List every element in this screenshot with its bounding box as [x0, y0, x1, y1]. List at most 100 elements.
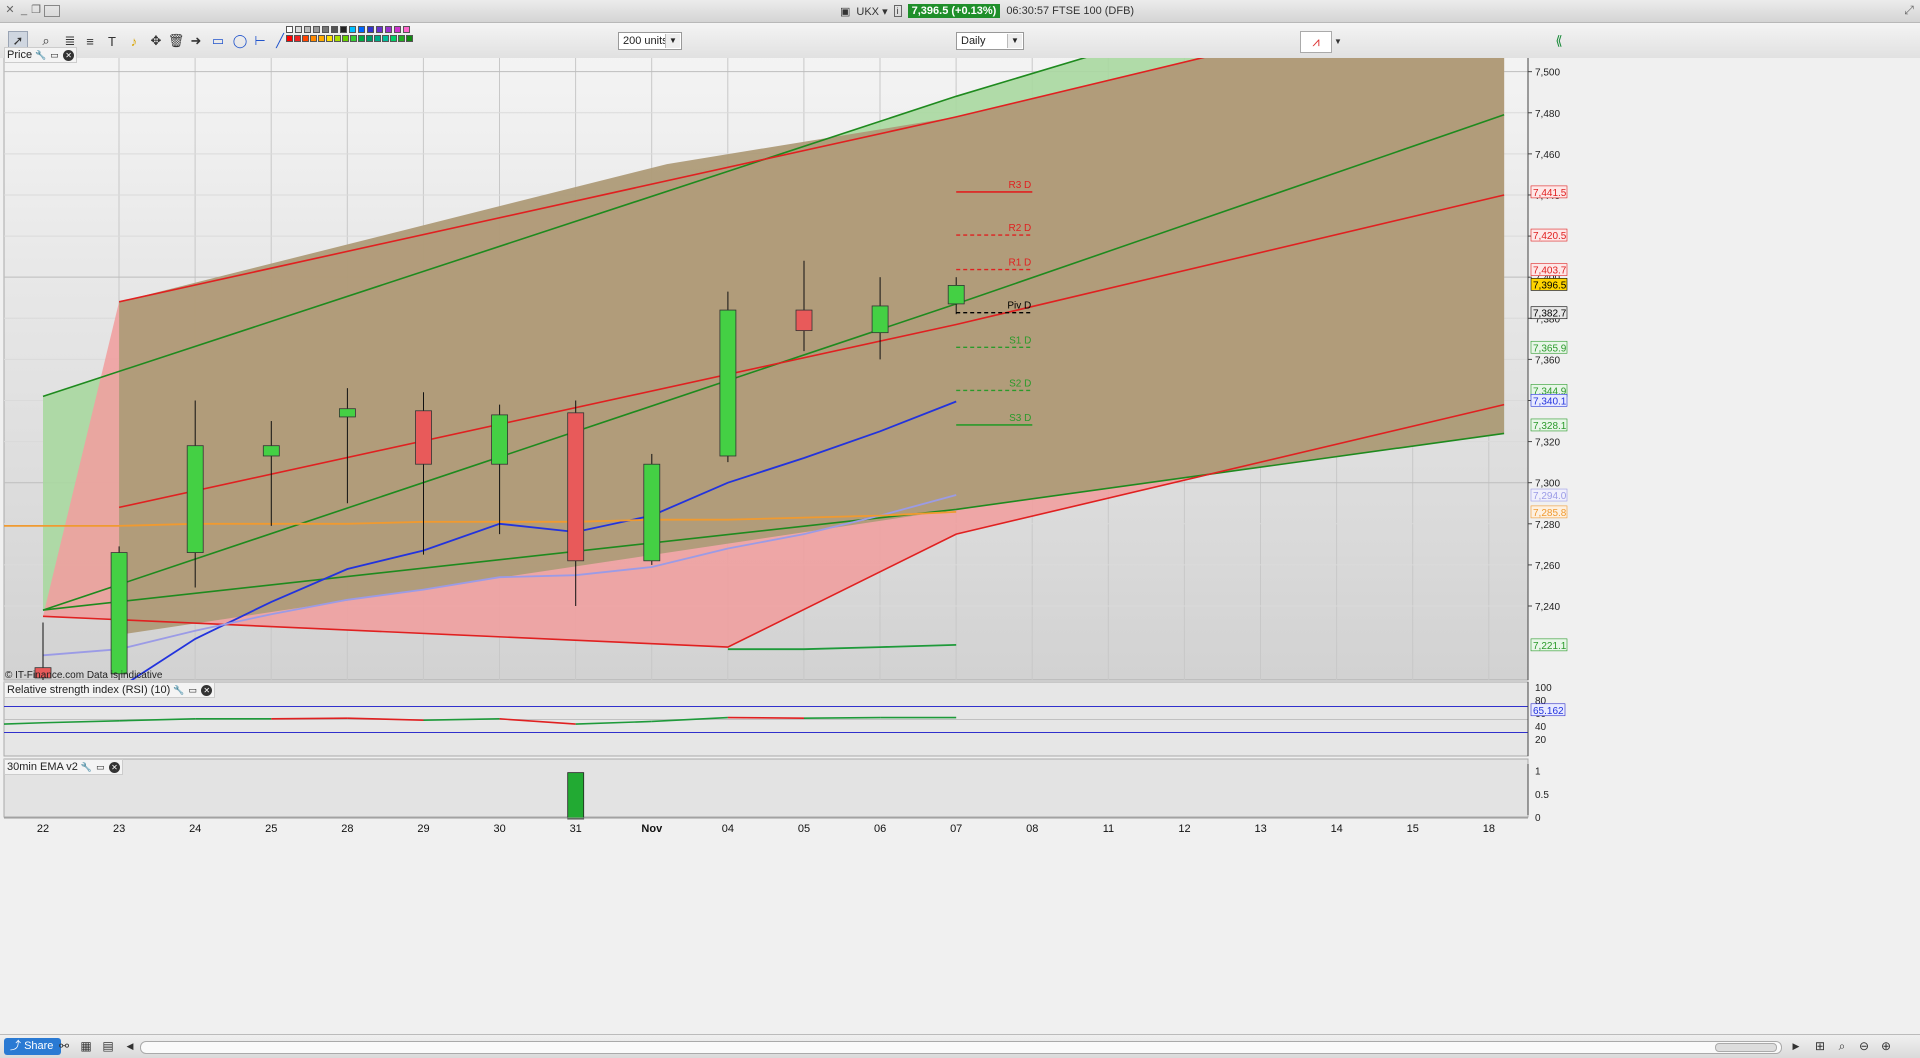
drawing-toolbar: ➚ ⌕ ≣ ≡ T ♪ ✥ 🗑 ➜ ▭ ◯ ⊢ ╱ 200 units ▼ Da… [0, 23, 1920, 59]
color-swatch[interactable] [286, 35, 293, 42]
close-panel-icon[interactable]: ✕ [108, 761, 120, 773]
close-panel-icon[interactable]: ✕ [63, 49, 75, 61]
color-swatch[interactable] [350, 35, 357, 42]
scrollbar-thumb[interactable] [1715, 1043, 1777, 1052]
color-swatch[interactable] [403, 26, 410, 33]
color-swatch[interactable] [349, 26, 356, 33]
scroll-left-icon[interactable]: ◀ [122, 1038, 138, 1054]
close-panel-icon[interactable]: ✕ [201, 684, 213, 696]
wrench-icon[interactable]: 🔧 [81, 762, 92, 773]
symbol-dropdown[interactable]: UKX ▾ [856, 5, 887, 18]
candle-up [871, 305, 889, 334]
table-icon[interactable]: ▦ [78, 1038, 94, 1054]
color-swatch[interactable] [331, 26, 338, 33]
price-tag-text: 7,221.1 [1533, 641, 1567, 652]
wrench-icon[interactable]: 🔧 [35, 50, 46, 61]
maximize-window-icon[interactable] [44, 5, 60, 17]
scroll-right-icon[interactable]: ▶ [1788, 1038, 1804, 1054]
ema-panel-bg [3, 758, 1529, 818]
maximize-panel-icon[interactable]: ▭ [49, 50, 60, 61]
color-swatch[interactable] [406, 35, 413, 42]
minimize-window-icon[interactable]: _ [18, 4, 30, 16]
price-tag-text: 7,340.1 [1533, 396, 1567, 407]
raff-channel-tool-icon[interactable]: ≡ [80, 31, 100, 51]
ellipse-tool-icon[interactable]: ◯ [230, 31, 250, 51]
date-axis-label: 15 [1407, 823, 1419, 835]
price-axis-label: 7,280 [1535, 520, 1560, 531]
color-swatch[interactable] [366, 35, 373, 42]
units-select[interactable]: 200 units ▼ [618, 32, 682, 50]
chart-canvas[interactable]: R3 D R2 D R1 D Piv D S1 D S2 D S3 D 7,240 7,260 7… [0, 58, 1920, 1034]
color-swatch[interactable] [367, 26, 374, 33]
color-swatch[interactable] [318, 35, 325, 42]
maximize-panel-icon[interactable]: ▭ [95, 762, 106, 773]
horizontal-line-tool-icon[interactable]: ⊢ [250, 31, 270, 51]
color-swatch[interactable] [286, 26, 293, 33]
rsi-line-segment [803, 716, 881, 719]
date-axis-label: 29 [417, 823, 429, 835]
maximize-panel-icon[interactable]: ▭ [187, 685, 198, 696]
color-swatch[interactable] [398, 35, 405, 42]
trash-tool-icon[interactable]: 🗑 [166, 31, 186, 51]
info-icon[interactable]: i [893, 5, 902, 17]
restore-window-icon[interactable]: ❐ [30, 4, 42, 16]
candle-up [338, 408, 356, 418]
color-swatch[interactable] [390, 35, 397, 42]
date-axis-label: 24 [189, 823, 201, 835]
rsi-axis-label: 20 [1535, 735, 1547, 746]
zoom-in-icon[interactable]: ⊕ [1878, 1038, 1894, 1054]
window-title: ▣ UKX ▾ i 7,396.5 (+0.13%) 06:30:57 FTSE… [840, 3, 1134, 19]
color-swatch[interactable] [342, 35, 349, 42]
color-swatch[interactable] [295, 26, 302, 33]
color-swatch[interactable] [376, 26, 383, 33]
color-swatch[interactable] [385, 26, 392, 33]
horizontal-scrollbar[interactable] [140, 1041, 1782, 1054]
toggle-panel-icon[interactable]: ⟪ [1549, 31, 1569, 51]
candle-up [262, 445, 280, 457]
text-tool-icon[interactable]: T [102, 31, 122, 51]
candle-up [947, 285, 965, 305]
color-swatch[interactable] [334, 35, 341, 42]
color-swatch[interactable] [313, 26, 320, 33]
units-select-value: 200 units [623, 35, 668, 47]
expand-icon[interactable]: ⤢ [1903, 4, 1915, 16]
color-swatch[interactable] [326, 35, 333, 42]
color-swatch[interactable] [394, 26, 401, 33]
zoom-reset-icon[interactable]: ⌕ [1834, 1038, 1850, 1054]
color-swatch[interactable] [294, 35, 301, 42]
hand-tool-icon[interactable]: ✥ [146, 31, 166, 51]
candle-down [795, 309, 813, 332]
ema-panel-label: 30min EMA v2 [7, 761, 78, 773]
date-axis-label: 18 [1483, 823, 1495, 835]
fit-chart-icon[interactable]: ⊞ [1812, 1038, 1828, 1054]
zoom-out-icon[interactable]: ⊖ [1856, 1038, 1872, 1054]
price-tag-text: 7,382.7 [1533, 309, 1567, 320]
color-swatch[interactable] [322, 26, 329, 33]
rectangle-tool-icon[interactable]: ▭ [208, 31, 228, 51]
price-tag-text: 7,285.8 [1533, 508, 1567, 519]
price-tag-text: 7,441.5 [1533, 188, 1567, 199]
color-swatch[interactable] [310, 35, 317, 42]
color-swatch[interactable] [358, 35, 365, 42]
indicators-icon[interactable]: ▤ [100, 1038, 116, 1054]
color-swatch[interactable] [358, 26, 365, 33]
date-axis-label: 13 [1254, 823, 1266, 835]
candle-up [186, 445, 204, 553]
price-axis-label: 7,480 [1535, 109, 1560, 120]
wrench-icon[interactable]: 🔧 [173, 685, 184, 696]
chart-type-chevron-icon[interactable]: ▼ [1328, 31, 1348, 51]
link-icon[interactable]: ⚯ [56, 1038, 72, 1054]
close-window-icon[interactable]: ✕ [4, 4, 16, 16]
color-swatch[interactable] [382, 35, 389, 42]
share-button[interactable]: ⤴ Share [4, 1038, 62, 1055]
rsi-line-segment [271, 717, 348, 720]
candle-down [567, 412, 585, 562]
color-swatch[interactable] [304, 26, 311, 33]
alert-bell-icon[interactable]: ♪ [124, 31, 144, 51]
period-select[interactable]: Daily ▼ [956, 32, 1024, 50]
color-swatch[interactable] [374, 35, 381, 42]
date-axis-label: 25 [265, 823, 277, 835]
arrow-tool-icon[interactable]: ➜ [186, 31, 206, 51]
color-swatch[interactable] [302, 35, 309, 42]
color-swatch[interactable] [340, 26, 347, 33]
